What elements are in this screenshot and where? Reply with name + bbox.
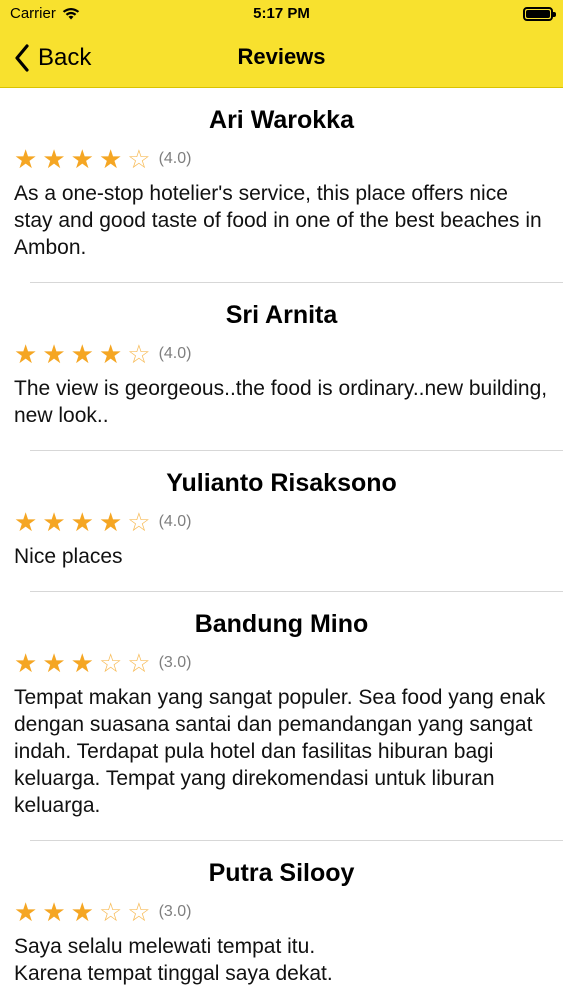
star-empty-icon: ☆ <box>127 339 151 369</box>
star-filled-icon: ★ <box>70 339 94 369</box>
review-text: The view is georgeous..the food is ordin… <box>14 377 548 427</box>
star-rating: ★ ★ ★ ☆ ☆ <box>14 899 151 925</box>
star-filled-icon: ★ <box>98 507 123 537</box>
rating-row: ★ ★ ★ ☆ ☆ (3.0) <box>14 899 549 925</box>
star-filled-icon: ★ <box>14 648 38 678</box>
star-rating: ★ ★ ★ ★ ☆ <box>14 509 151 535</box>
star-filled-icon: ★ <box>98 339 123 369</box>
rating-row: ★ ★ ★ ★ ☆ (4.0) <box>14 509 549 535</box>
reviewer-name: Yulianto Risaksono <box>166 469 397 497</box>
star-empty-icon: ☆ <box>98 648 123 678</box>
rating-value: (4.0) <box>158 513 192 530</box>
review-text: Tempat makan yang sangat populer. Sea fo… <box>14 686 546 817</box>
review-item: Putra Silooy ★ ★ ★ ☆ ☆ (3.0) Saya selalu melewa… <box>0 841 563 1000</box>
rating-value: (3.0) <box>158 903 192 920</box>
rating-value: (4.0) <box>158 150 192 167</box>
star-empty-icon: ☆ <box>127 897 151 927</box>
clock: 5:17 PM <box>253 5 310 22</box>
star-empty-icon: ☆ <box>127 507 151 537</box>
star-filled-icon: ★ <box>14 507 38 537</box>
star-filled-icon: ★ <box>42 339 66 369</box>
reviewer-name: Putra Silooy <box>208 859 355 887</box>
reviews-list[interactable]: Ari Warokka ★ ★ ★ ★ ☆ (4.0) As a one-stop hotel… <box>0 88 563 1000</box>
nav-row: Back Reviews <box>0 30 563 86</box>
navigation-bar: Carrier 5:17 PM Back Reviews <box>0 0 563 88</box>
star-empty-icon: ☆ <box>98 897 123 927</box>
review-item: Sri Arnita ★ ★ ★ ★ ☆ (4.0) The view is georgeou… <box>0 283 563 451</box>
rating-row: ★ ★ ★ ★ ☆ (4.0) <box>14 146 549 172</box>
star-filled-icon: ★ <box>98 144 123 174</box>
rating-value: (4.0) <box>158 345 192 362</box>
star-rating: ★ ★ ★ ★ ☆ <box>14 341 151 367</box>
reviewer-name: Ari Warokka <box>209 106 354 134</box>
star-filled-icon: ★ <box>42 897 66 927</box>
star-filled-icon: ★ <box>14 144 38 174</box>
review-item: Yulianto Risaksono ★ ★ ★ ★ ☆ (4.0) Nice places <box>0 451 563 592</box>
star-rating: ★ ★ ★ ☆ ☆ <box>14 650 151 676</box>
reviewer-name: Sri Arnita <box>225 301 338 329</box>
rating-row: ★ ★ ★ ☆ ☆ (3.0) <box>14 650 549 676</box>
review-text: As a one-stop hotelier's service, this p… <box>14 182 542 259</box>
star-filled-icon: ★ <box>70 897 94 927</box>
star-filled-icon: ★ <box>14 897 38 927</box>
star-filled-icon: ★ <box>70 144 94 174</box>
rating-value: (3.0) <box>158 654 192 671</box>
star-filled-icon: ★ <box>70 507 94 537</box>
star-empty-icon: ☆ <box>127 144 151 174</box>
star-filled-icon: ★ <box>70 648 94 678</box>
review-text: Nice places <box>14 545 123 568</box>
review-item: Ari Warokka ★ ★ ★ ★ ☆ (4.0) As a one-stop hotel… <box>0 88 563 283</box>
status-bar: Carrier 5:17 PM <box>0 0 563 30</box>
review-text: Saya selalu melewati tempat itu. Karena … <box>14 935 333 985</box>
battery-icon <box>523 7 556 21</box>
page-title: Reviews <box>237 44 326 69</box>
star-filled-icon: ★ <box>42 648 66 678</box>
rating-row: ★ ★ ★ ★ ☆ (4.0) <box>14 341 549 367</box>
star-filled-icon: ★ <box>42 507 66 537</box>
star-filled-icon: ★ <box>42 144 66 174</box>
star-empty-icon: ☆ <box>127 648 151 678</box>
review-item: Bandung Mino ★ ★ ★ ☆ ☆ (3.0) Tempat makan yang … <box>0 592 563 841</box>
reviewer-name: Bandung Mino <box>194 610 369 638</box>
star-rating: ★ ★ ★ ★ ☆ <box>14 146 151 172</box>
star-filled-icon: ★ <box>14 339 38 369</box>
